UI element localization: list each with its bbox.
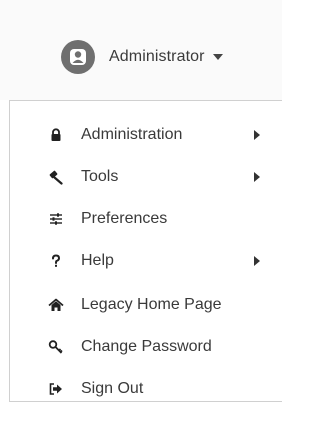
caret-down-icon — [212, 54, 223, 60]
sliders-icon — [48, 211, 64, 227]
menu-item-sign-out[interactable]: Sign Out — [10, 369, 282, 409]
menu-item-label: Tools — [81, 168, 119, 185]
question-icon — [48, 253, 64, 269]
menu-item-label: Legacy Home Page — [81, 296, 222, 313]
sign-out-icon — [48, 381, 64, 397]
user-menu-toggle[interactable]: Administrator — [61, 40, 223, 74]
home-icon — [48, 297, 64, 313]
caret-right-icon — [254, 256, 260, 266]
menu-item-legacy-home-page[interactable]: Legacy Home Page — [10, 285, 282, 325]
user-dropdown-menu: Administration Tools Preferences Help Le… — [9, 100, 282, 402]
key-icon — [48, 339, 64, 355]
gavel-icon — [48, 169, 64, 185]
user-name: Administrator — [109, 48, 205, 65]
menu-item-label: Help — [81, 252, 114, 269]
menu-item-label: Administration — [81, 126, 183, 143]
menu-item-change-password[interactable]: Change Password — [10, 327, 282, 367]
menu-item-tools[interactable]: Tools — [10, 157, 282, 197]
user-avatar-icon — [61, 40, 95, 74]
menu-item-preferences[interactable]: Preferences — [10, 199, 282, 239]
menu-item-administration[interactable]: Administration — [10, 115, 282, 155]
caret-right-icon — [254, 130, 260, 140]
menu-item-help[interactable]: Help — [10, 241, 282, 281]
lock-icon — [48, 127, 64, 143]
menu-item-label: Sign Out — [81, 380, 144, 397]
menu-item-label: Preferences — [81, 210, 168, 227]
caret-right-icon — [254, 172, 260, 182]
user-menu-header: Administrator — [0, 0, 282, 100]
menu-item-label: Change Password — [81, 338, 212, 355]
